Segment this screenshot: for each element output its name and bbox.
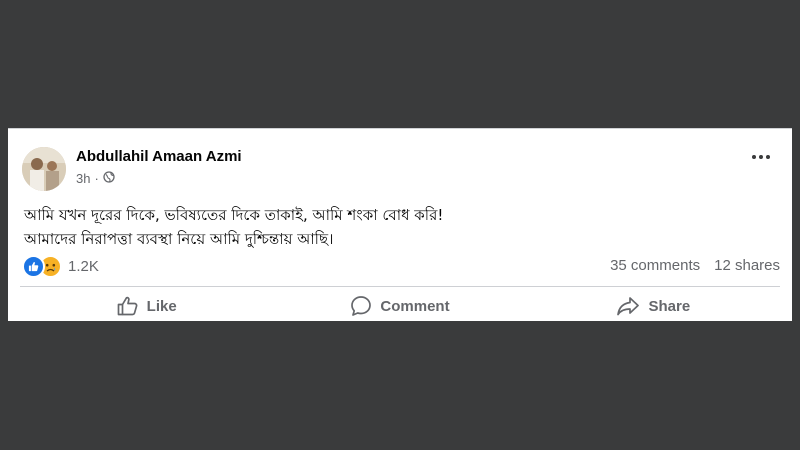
- author-name[interactable]: Abdullahil Amaan Azmi: [76, 148, 242, 165]
- like-label: Like: [146, 297, 177, 315]
- post-card: Abdullahil Amaan Azmi 3h · আমি যখন দূরের…: [8, 128, 792, 321]
- share-icon: [616, 296, 640, 316]
- comments-count[interactable]: 35 comments: [610, 257, 700, 274]
- post-time[interactable]: 3h: [76, 171, 90, 186]
- like-reaction-icon: [22, 255, 45, 278]
- thumbs-up-icon: [117, 296, 139, 316]
- comment-icon: [350, 295, 372, 317]
- post-text-line: আমাদের নিরাপত্তা ব্যবস্থা নিয়ে আমি দুশ্…: [24, 230, 334, 248]
- action-bar: Like Comment Share: [20, 289, 780, 323]
- share-label: Share: [648, 297, 691, 315]
- more-options-icon[interactable]: [752, 155, 770, 159]
- comment-label: Comment: [380, 297, 450, 315]
- globe-icon[interactable]: [103, 171, 115, 186]
- post-text-line: আমি যখন দূরের দিকে, ভবিষ্যতের দিকে তাকাই…: [24, 206, 444, 224]
- avatar[interactable]: [22, 147, 66, 191]
- reactions-summary[interactable]: 1.2K: [22, 255, 99, 278]
- share-button[interactable]: Share: [527, 289, 780, 323]
- reaction-count: 1.2K: [68, 258, 99, 275]
- shares-count[interactable]: 12 shares: [714, 257, 780, 274]
- engagement-counts: 35 comments 12 shares: [610, 257, 780, 274]
- meta-separator: ·: [94, 171, 99, 186]
- post-meta: 3h ·: [76, 171, 115, 186]
- like-button[interactable]: Like: [20, 289, 273, 323]
- comment-button[interactable]: Comment: [273, 289, 526, 323]
- divider: [20, 286, 780, 287]
- post-text: আমি যখন দূরের দিকে, ভবিষ্যতের দিকে তাকাই…: [24, 203, 443, 251]
